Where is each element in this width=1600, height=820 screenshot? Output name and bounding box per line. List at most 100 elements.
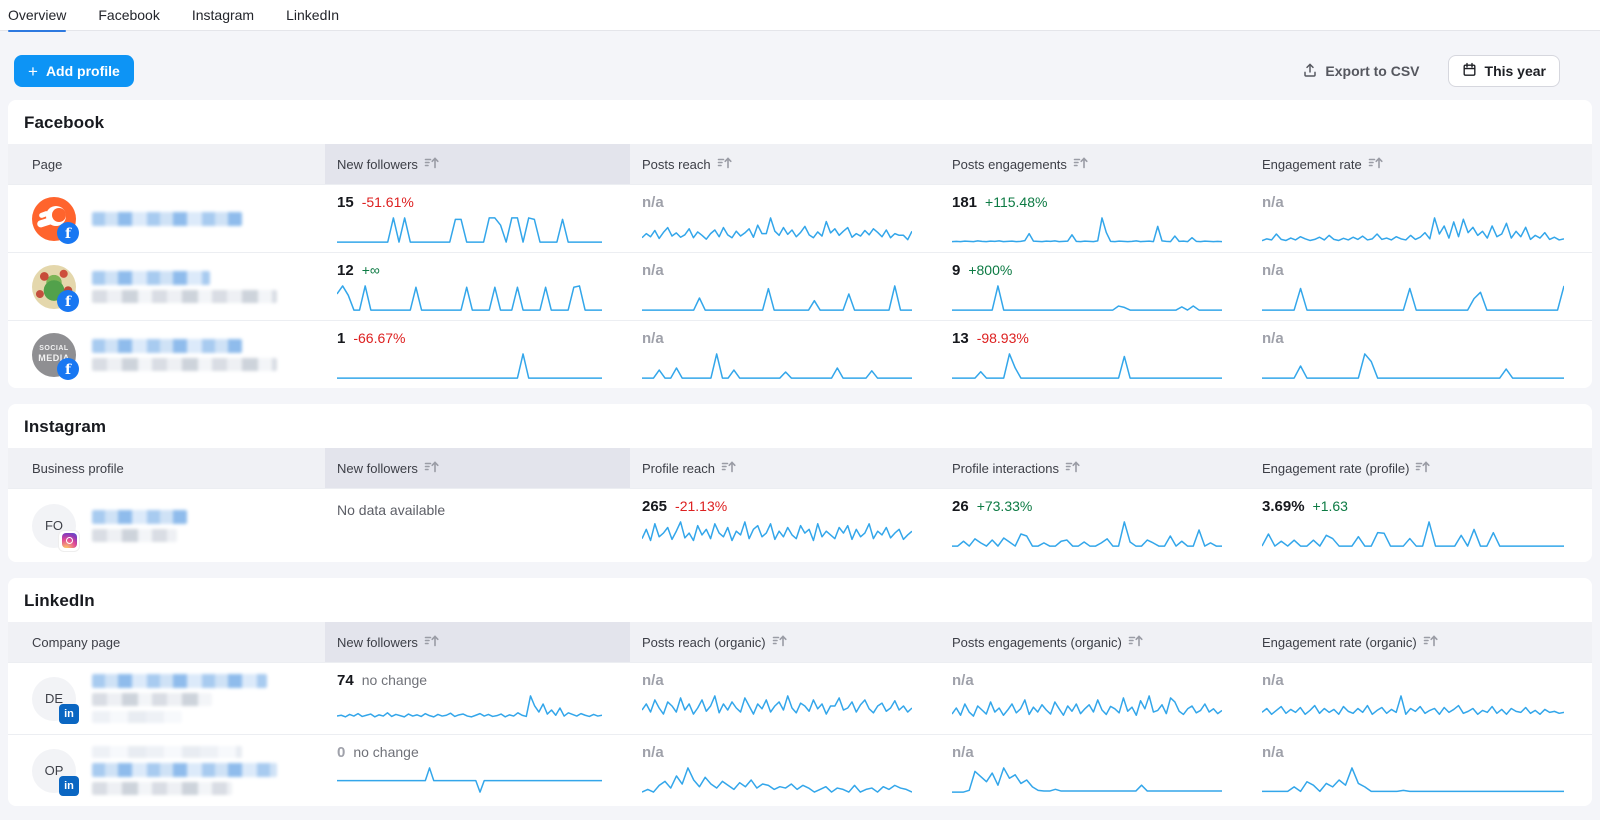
metric-change: +800% <box>968 262 1012 278</box>
table-row: SOCIAL MEDIA f 1-66.67% n/a 13-98.93% n/… <box>8 320 1592 388</box>
metric-cell-engagement-rate-organic[interactable]: n/a <box>1250 735 1592 806</box>
profile-avatar: FO <box>32 504 76 548</box>
column-header-engagement-rate-organic[interactable]: Engagement rate (organic) <box>1250 622 1592 662</box>
export-csv-button[interactable]: Export to CSV <box>1302 62 1419 81</box>
sparkline-chart <box>642 353 912 379</box>
metric-value: 9 <box>952 262 960 279</box>
sparkline-chart <box>642 217 912 243</box>
metric-value: n/a <box>642 194 664 211</box>
facebook-table-header: Page New followers Posts reach Posts eng… <box>8 144 1592 184</box>
sparkline-chart <box>1262 217 1564 243</box>
page-name-redacted <box>92 271 210 285</box>
metric-cell-posts-reach-organic[interactable]: n/a <box>630 735 940 806</box>
page-avatar: f <box>32 197 76 241</box>
sort-icon <box>772 633 788 651</box>
table-row: OP in 0 no change n/a n/a n/a <box>8 734 1592 806</box>
sparkline-chart <box>337 695 602 721</box>
metric-cell-new-followers[interactable]: No data available <box>325 489 630 562</box>
metric-cell-new-followers[interactable]: 12+∞ <box>325 253 630 320</box>
page-cell[interactable]: f <box>8 253 325 320</box>
sparkline-chart <box>952 353 1222 379</box>
metric-change: no change <box>353 744 418 760</box>
column-header-new-followers[interactable]: New followers <box>325 448 630 488</box>
tab-facebook[interactable]: Facebook <box>98 0 159 31</box>
metric-cell-engagement-rate-organic[interactable]: n/a <box>1250 663 1592 734</box>
metric-value: 0 <box>337 744 345 761</box>
column-header-engagement-rate-profile[interactable]: Engagement rate (profile) <box>1250 448 1592 488</box>
metric-change: -21.13% <box>675 498 727 514</box>
column-header-posts-reach[interactable]: Posts reach <box>630 144 940 184</box>
top-tab-bar: Overview Facebook Instagram LinkedIn <box>0 0 1600 31</box>
column-header-posts-reach-organic[interactable]: Posts reach (organic) <box>630 622 940 662</box>
column-header-company-page[interactable]: Company page <box>8 622 325 662</box>
page-cell[interactable]: SOCIAL MEDIA f <box>8 321 325 388</box>
metric-value: n/a <box>1262 672 1284 689</box>
metric-value: 15 <box>337 194 354 211</box>
instagram-section: Instagram Business profile New followers… <box>8 404 1592 562</box>
linkedin-table-header: Company page New followers Posts reach (… <box>8 622 1592 662</box>
column-header-posts-engagements[interactable]: Posts engagements <box>940 144 1250 184</box>
metric-cell-posts-reach-organic[interactable]: n/a <box>630 663 940 734</box>
metric-cell-posts-engagements-organic[interactable]: n/a <box>940 735 1250 806</box>
instagram-badge-icon <box>59 531 79 551</box>
company-cell[interactable]: OP in <box>8 735 325 806</box>
column-header-engagement-rate[interactable]: Engagement rate <box>1250 144 1592 184</box>
section-title-facebook: Facebook <box>8 100 1592 144</box>
upload-icon <box>1302 62 1318 81</box>
linkedin-badge-icon: in <box>59 776 79 796</box>
metric-value: 181 <box>952 194 977 211</box>
metric-cell-posts-reach[interactable]: n/a <box>630 253 940 320</box>
metric-cell-new-followers[interactable]: 15 -51.61% <box>325 185 630 252</box>
metric-cell-new-followers[interactable]: 74no change <box>325 663 630 734</box>
section-title-instagram: Instagram <box>8 404 1592 448</box>
metric-value: n/a <box>642 744 664 761</box>
company-cell[interactable]: DE in <box>8 663 325 734</box>
sparkline-chart <box>952 521 1222 547</box>
sparkline-chart <box>1262 285 1564 311</box>
metric-change: -51.61% <box>362 194 414 210</box>
metric-cell-posts-engagements[interactable]: 181+115.48% <box>940 185 1250 252</box>
tab-overview[interactable]: Overview <box>8 0 66 31</box>
sort-icon <box>1073 155 1089 173</box>
add-profile-button[interactable]: + Add profile <box>14 55 134 87</box>
column-header-new-followers[interactable]: New followers <box>325 144 630 184</box>
sparkline-chart <box>1262 695 1564 721</box>
column-header-profile-reach[interactable]: Profile reach <box>630 448 940 488</box>
metric-cell-engagement-rate[interactable]: n/a <box>1250 321 1592 388</box>
metric-cell-new-followers[interactable]: 1-66.67% <box>325 321 630 388</box>
company-avatar: OP in <box>32 749 76 793</box>
column-header-posts-engagements-organic[interactable]: Posts engagements (organic) <box>940 622 1250 662</box>
sort-icon <box>424 633 440 651</box>
metric-cell-new-followers[interactable]: 0 no change <box>325 735 630 806</box>
page-cell[interactable]: f <box>8 185 325 252</box>
sparkline-chart <box>642 767 912 793</box>
tab-linkedin[interactable]: LinkedIn <box>286 0 339 31</box>
metric-value: n/a <box>952 744 974 761</box>
column-header-new-followers[interactable]: New followers <box>325 622 630 662</box>
sort-icon <box>1128 633 1144 651</box>
metric-cell-posts-engagements-organic[interactable]: n/a <box>940 663 1250 734</box>
no-data-label: No data available <box>337 498 445 518</box>
metric-cell-posts-engagements[interactable]: 9 +800% <box>940 253 1250 320</box>
metric-change: no change <box>362 672 427 688</box>
sparkline-chart <box>952 285 1222 311</box>
column-header-profile-interactions[interactable]: Profile interactions <box>940 448 1250 488</box>
sort-icon <box>424 155 440 173</box>
metric-cell-engagement-rate-profile[interactable]: 3.69%+1.63 <box>1250 489 1592 562</box>
date-range-button[interactable]: This year <box>1448 55 1560 87</box>
metric-cell-engagement-rate[interactable]: n/a <box>1250 253 1592 320</box>
metric-cell-profile-reach[interactable]: 265-21.13% <box>630 489 940 562</box>
metric-cell-posts-reach[interactable]: n/a <box>630 185 940 252</box>
page-name-redacted <box>92 339 242 353</box>
column-header-page[interactable]: Page <box>8 144 325 184</box>
sparkline-chart <box>952 767 1222 793</box>
profile-cell[interactable]: FO <box>8 489 325 562</box>
metric-cell-engagement-rate[interactable]: n/a <box>1250 185 1592 252</box>
tab-instagram[interactable]: Instagram <box>192 0 254 31</box>
column-header-business-profile[interactable]: Business profile <box>8 448 325 488</box>
metric-cell-posts-reach[interactable]: n/a <box>630 321 940 388</box>
metric-cell-posts-engagements[interactable]: 13-98.93% <box>940 321 1250 388</box>
sort-icon <box>424 459 440 477</box>
metric-cell-profile-interactions[interactable]: 26+73.33% <box>940 489 1250 562</box>
sparkline-chart <box>952 217 1222 243</box>
